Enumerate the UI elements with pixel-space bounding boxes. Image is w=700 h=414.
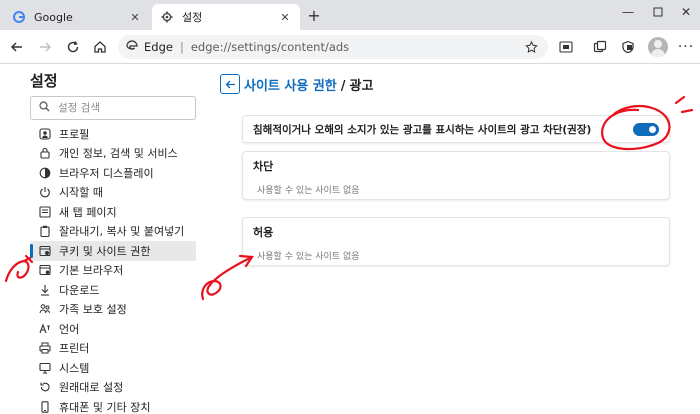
forward-arrow-icon[interactable] (34, 36, 56, 58)
favorite-star-icon[interactable] (522, 38, 540, 56)
sidebar-item-downloads[interactable]: 다운로드 (30, 280, 196, 300)
sidebar-item-label: 다운로드 (59, 283, 100, 297)
sidebar-item-site-permissions[interactable]: 쿠키 및 사이트 권한 (30, 241, 196, 261)
main-content: 사이트 사용 권한 / 광고 침해적이거나 오해의 소지가 있는 광고를 표시하는 … (210, 64, 700, 414)
sidebar-item-printers[interactable]: 프린터 (30, 339, 196, 359)
sidebar-item-clipboard[interactable]: 잘라내기, 복사 및 붙여넣기 (30, 222, 196, 242)
sidebar-item-label: 가족 보호 설정 (59, 303, 127, 317)
lock-icon (38, 146, 52, 160)
ad-block-toggle-label: 침해적이거나 오해의 소지가 있는 광고를 표시하는 사이트의 광고 차단(권장… (253, 123, 592, 136)
ad-block-setting-card: 침해적이거나 오해의 소지가 있는 광고를 표시하는 사이트의 광고 차단(권장… (242, 115, 670, 143)
allow-empty-text: 사용할 수 있는 사이트 없음 (257, 252, 360, 262)
google-icon (12, 10, 26, 24)
sidebar-item-label: 프린터 (59, 342, 90, 356)
allow-section: 허용 사용할 수 있는 사이트 없음 (242, 217, 670, 266)
sidebar-item-label: 휴대폰 및 기타 장치 (59, 400, 151, 414)
immersive-reader-icon[interactable] (556, 37, 576, 57)
tab-title: 설정 (182, 11, 203, 24)
system-icon (38, 361, 52, 375)
maximize-button[interactable] (644, 2, 672, 22)
back-arrow-icon[interactable] (6, 36, 28, 58)
close-icon[interactable]: ✕ (278, 10, 292, 24)
sidebar-item-label: 개인 정보, 검색 및 서비스 (59, 147, 178, 161)
address-bar[interactable]: Edge | edge://settings/content/ads (118, 35, 548, 59)
back-button[interactable] (220, 74, 240, 94)
sidebar-item-label: 새 탭 페이지 (59, 205, 117, 219)
sidebar-item-startup[interactable]: 시작할 때 (30, 183, 196, 203)
page-title: 광고 (349, 79, 374, 94)
tab-title: Google (34, 10, 73, 24)
allow-section-title: 허용 (253, 226, 274, 239)
new-tab-button[interactable]: + (305, 6, 323, 25)
reset-icon (38, 380, 52, 394)
block-empty-text: 사용할 수 있는 사이트 없음 (257, 186, 360, 196)
sidebar-item-label: 언어 (59, 322, 80, 336)
sidebar-nav: 프로필 개인 정보, 검색 및 서비스 브라우저 디스플레이 시작할 때 새 탭… (30, 124, 196, 414)
address-url[interactable]: edge://settings/content/ads (191, 40, 522, 54)
default-browser-icon (38, 263, 52, 277)
settings-sidebar: 설정 프로필 개인 정보, 검색 및 서비스 브라우저 디스플레이 시작할 때 … (0, 64, 210, 414)
more-menu-icon[interactable]: ··· (676, 37, 696, 57)
sidebar-item-family[interactable]: 가족 보호 설정 (30, 300, 196, 320)
breadcrumb-separator: / (340, 79, 346, 94)
toggle-knob (649, 125, 656, 133)
address-divider: | (179, 40, 184, 54)
printer-icon (38, 341, 52, 355)
sidebar-item-phone[interactable]: 휴대폰 및 기타 장치 (30, 397, 196, 414)
close-icon[interactable]: ✕ (128, 10, 142, 24)
window-close-button[interactable]: ✕ (672, 2, 700, 22)
block-section: 차단 사용할 수 있는 사이트 없음 (242, 151, 670, 200)
profile-icon (38, 127, 52, 141)
sidebar-item-label: 시스템 (59, 361, 90, 375)
language-icon (38, 322, 52, 336)
tab-google[interactable]: Google ✕ (4, 4, 150, 30)
gear-icon (160, 10, 174, 24)
refresh-icon[interactable] (62, 36, 84, 58)
sidebar-item-system[interactable]: 시스템 (30, 358, 196, 378)
extension-shield-icon[interactable] (618, 37, 638, 57)
sidebar-item-label: 쿠키 및 사이트 권한 (59, 244, 151, 258)
sidebar-item-profile[interactable]: 프로필 (30, 124, 196, 144)
sidebar-item-privacy[interactable]: 개인 정보, 검색 및 서비스 (30, 144, 196, 164)
sidebar-item-label: 기본 브라우저 (59, 264, 124, 278)
breadcrumb-parent-link[interactable]: 사이트 사용 권한 (244, 79, 337, 94)
search-icon (39, 101, 50, 115)
sidebar-item-display[interactable]: 브라우저 디스플레이 (30, 163, 196, 183)
sidebar-item-label: 시작할 때 (59, 186, 103, 200)
sidebar-item-language[interactable]: 언어 (30, 319, 196, 339)
sidebar-item-reset[interactable]: 원래대로 설정 (30, 378, 196, 398)
power-icon (38, 185, 52, 199)
clipboard-icon (38, 224, 52, 238)
back-arrow-icon (225, 80, 235, 88)
phone-icon (38, 400, 52, 414)
sidebar-item-label: 잘라내기, 복사 및 붙여넣기 (59, 225, 185, 239)
tab-settings[interactable]: 설정 ✕ (152, 4, 300, 30)
sidebar-item-label: 브라우저 디스플레이 (59, 166, 154, 180)
ad-block-toggle[interactable] (633, 122, 659, 136)
tab-strip: Google ✕ 설정 ✕ + — ✕ (0, 0, 700, 30)
breadcrumb: 사이트 사용 권한 / 광고 (244, 75, 373, 94)
block-section-title: 차단 (253, 160, 274, 173)
family-icon (38, 302, 52, 316)
sidebar-item-default-browser[interactable]: 기본 브라우저 (30, 261, 196, 281)
newtab-page-icon (38, 205, 52, 219)
display-icon (38, 166, 52, 180)
browser-toolbar: Edge | edge://settings/content/ads ··· (0, 30, 700, 64)
sidebar-title: 설정 (30, 72, 58, 90)
site-permissions-icon (38, 244, 52, 258)
sidebar-item-new-tab[interactable]: 새 탭 페이지 (30, 202, 196, 222)
home-icon[interactable] (89, 36, 111, 58)
search-input[interactable] (58, 102, 188, 114)
sidebar-item-label: 원래대로 설정 (59, 381, 124, 395)
edge-logo-icon (126, 39, 138, 55)
avatar[interactable] (648, 37, 668, 57)
download-icon (38, 283, 52, 297)
address-site-label: Edge (144, 40, 173, 54)
minimize-button[interactable]: — (614, 2, 642, 22)
sidebar-item-label: 프로필 (59, 127, 90, 141)
search-box[interactable] (30, 96, 196, 120)
collections-icon[interactable] (590, 37, 610, 57)
